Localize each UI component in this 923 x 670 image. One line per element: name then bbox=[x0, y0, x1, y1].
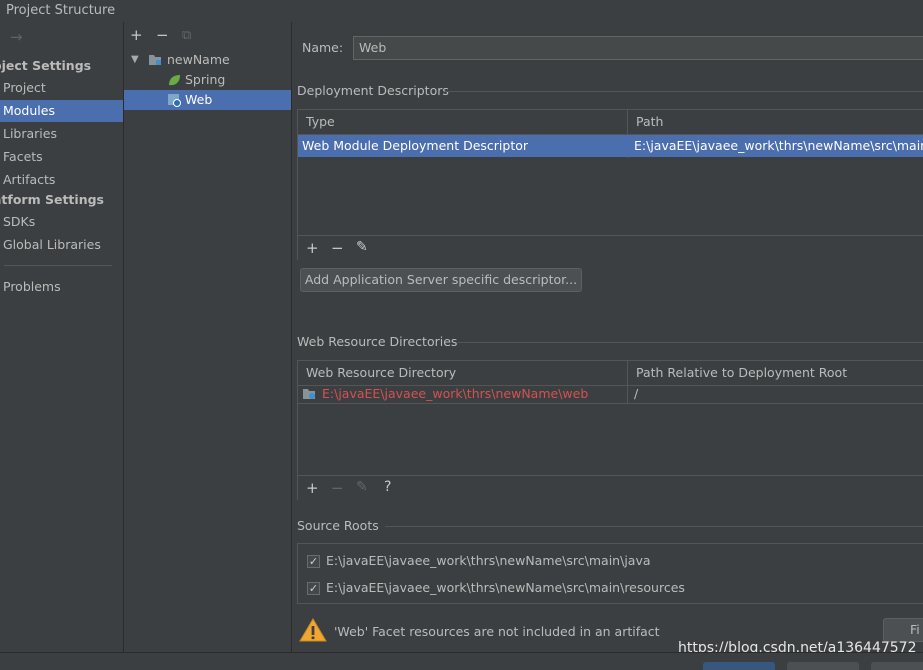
nav-item-modules[interactable]: Modules bbox=[0, 100, 123, 122]
copy-icon[interactable]: ⧉ bbox=[182, 28, 191, 43]
module-tree-panel: + − ⧉ ▼ newName Spring Web bbox=[124, 22, 292, 652]
tree-node-newname[interactable]: ▼ newName bbox=[124, 50, 291, 70]
source-root-checkbox[interactable]: ✓ bbox=[307, 582, 320, 595]
add-icon[interactable]: + bbox=[306, 479, 319, 497]
nav-item-libraries[interactable]: Libraries bbox=[0, 123, 123, 145]
source-root-path: E:\javaEE\javaee_work\thrs\newName\src\m… bbox=[326, 553, 651, 568]
project-settings-header: oject Settings bbox=[0, 58, 92, 73]
web-resource-path-cell: E:\javaEE\javaee_work\thrs\newName\web bbox=[322, 386, 589, 401]
warning-message: 'Web' Facet resources are not included i… bbox=[334, 624, 660, 639]
cancel-button[interactable] bbox=[787, 662, 859, 670]
section-divider bbox=[445, 91, 923, 92]
platform-settings-header: atform Settings bbox=[0, 192, 104, 207]
name-field[interactable]: Web bbox=[353, 36, 923, 60]
tree-node-label: newName bbox=[167, 52, 230, 67]
nav-item-global-libraries[interactable]: Global Libraries bbox=[0, 234, 123, 256]
remove-icon[interactable]: − bbox=[156, 26, 169, 44]
apply-button[interactable] bbox=[871, 662, 923, 670]
deployment-descriptors-title: Deployment Descriptors bbox=[297, 83, 449, 98]
ok-button[interactable] bbox=[703, 662, 775, 670]
chevron-down-icon[interactable]: ▼ bbox=[131, 50, 139, 70]
nav-item-facets[interactable]: Facets bbox=[0, 146, 123, 168]
column-header-relative-path[interactable]: Path Relative to Deployment Root bbox=[628, 361, 923, 385]
add-icon[interactable]: + bbox=[306, 239, 319, 257]
tree-node-label: Web bbox=[185, 92, 213, 107]
source-root-path: E:\javaEE\javaee_work\thrs\newName\src\m… bbox=[326, 580, 685, 595]
table-row[interactable]: E:\javaEE\javaee_work\thrs\newName\web / bbox=[298, 385, 923, 404]
help-icon[interactable]: ? bbox=[384, 479, 391, 495]
web-resources-toolbar: + − ✎ ? bbox=[298, 475, 923, 500]
web-facet-icon bbox=[168, 94, 181, 107]
module-folder-icon bbox=[149, 55, 161, 65]
name-label: Name: bbox=[302, 40, 344, 55]
remove-icon[interactable]: − bbox=[331, 239, 344, 257]
nav-item-problems[interactable]: Problems bbox=[0, 276, 123, 298]
edit-icon[interactable]: ✎ bbox=[356, 239, 368, 255]
web-resource-directories-title: Web Resource Directories bbox=[297, 334, 458, 349]
descriptor-path-cell: E:\javaEE\javaee_work\thrs\newName\src\m… bbox=[634, 138, 923, 153]
relative-path-cell: / bbox=[634, 386, 639, 401]
descriptor-type-cell: Web Module Deployment Descriptor bbox=[302, 138, 529, 153]
column-header-directory[interactable]: Web Resource Directory bbox=[298, 361, 628, 385]
fix-button[interactable]: Fi bbox=[883, 618, 923, 642]
source-roots-list: ✓ E:\javaEE\javaee_work\thrs\newName\src… bbox=[297, 543, 923, 604]
nav-item-project[interactable]: Project bbox=[0, 77, 123, 99]
nav-item-artifacts[interactable]: Artifacts bbox=[0, 169, 123, 191]
section-divider bbox=[457, 342, 923, 343]
dialog-button-bar bbox=[0, 652, 923, 670]
deployment-descriptors-table: Type Path Web Module Deployment Descript… bbox=[297, 109, 923, 260]
add-icon[interactable]: + bbox=[130, 26, 143, 44]
deployment-toolbar: + − ✎ bbox=[298, 235, 923, 260]
section-divider bbox=[385, 526, 923, 527]
forward-arrow-icon[interactable]: → bbox=[10, 28, 23, 46]
edit-icon[interactable]: ✎ bbox=[356, 479, 368, 495]
spring-leaf-icon bbox=[169, 75, 180, 86]
column-header-path[interactable]: Path bbox=[628, 110, 923, 134]
source-root-checkbox[interactable]: ✓ bbox=[307, 555, 320, 568]
nav-divider bbox=[4, 265, 112, 266]
table-header: Web Resource Directory Path Relative to … bbox=[298, 361, 923, 386]
source-roots-title: Source Roots bbox=[297, 518, 379, 533]
web-folder-icon bbox=[303, 389, 315, 399]
window-title: Project Structure bbox=[6, 3, 116, 18]
window-title-bar: Project Structure bbox=[0, 0, 923, 22]
tree-node-web[interactable]: Web bbox=[124, 90, 291, 110]
table-header: Type Path bbox=[298, 110, 923, 135]
nav-item-sdks[interactable]: SDKs bbox=[0, 211, 123, 233]
column-header-type[interactable]: Type bbox=[298, 110, 628, 134]
add-server-descriptor-button[interactable]: Add Application Server specific descript… bbox=[300, 268, 582, 292]
tree-node-label: Spring bbox=[185, 72, 226, 87]
web-resource-directories-table: Web Resource Directory Path Relative to … bbox=[297, 360, 923, 500]
table-row[interactable]: Web Module Deployment Descriptor E:\java… bbox=[298, 135, 923, 157]
settings-nav: → oject Settings Project Modules Librari… bbox=[0, 22, 124, 652]
tree-node-spring[interactable]: Spring bbox=[124, 70, 291, 90]
remove-icon[interactable]: − bbox=[331, 479, 344, 497]
warning-icon bbox=[299, 618, 327, 642]
